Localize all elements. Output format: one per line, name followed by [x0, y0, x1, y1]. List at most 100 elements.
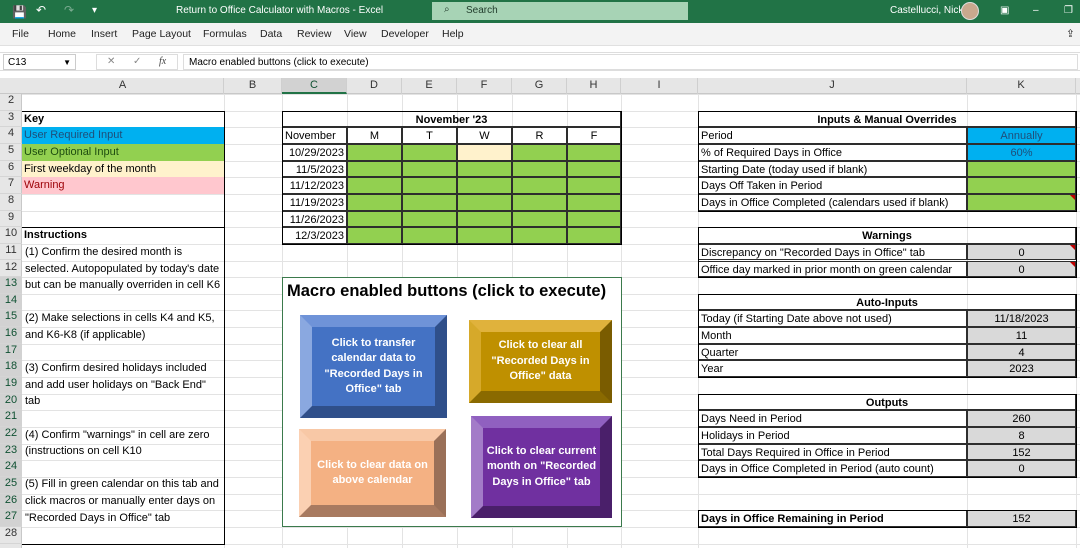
column-header-H[interactable]: H — [567, 78, 621, 94]
row-header-20[interactable]: 20 — [0, 393, 22, 411]
calendar-day-cell[interactable] — [347, 227, 402, 244]
cell-J23[interactable]: Total Days Required in Office in Period — [698, 443, 967, 461]
row-header-26[interactable]: 26 — [0, 493, 22, 511]
column-header-C[interactable]: C — [282, 78, 347, 94]
cell-J14[interactable]: Auto-Inputs — [698, 293, 1076, 311]
cell-J15[interactable]: Today (if Starting Date above not used) — [698, 310, 967, 328]
cell-K16[interactable]: 11 — [967, 327, 1076, 344]
transfer-calendar-button[interactable]: Click to transfer calendar data to "Reco… — [300, 315, 447, 418]
calendar-day-cell[interactable] — [512, 227, 567, 244]
cell-K12[interactable]: 0 — [967, 260, 1076, 278]
cell-J16[interactable]: Month — [698, 327, 967, 344]
calendar-day-cell[interactable] — [512, 210, 567, 228]
cell-J8[interactable]: Days in Office Completed (calendars used… — [698, 193, 967, 211]
ribbon-tab-home[interactable]: Home — [48, 28, 76, 40]
row-header-21[interactable]: 21 — [0, 410, 22, 427]
ribbon-tab-help[interactable]: Help — [442, 28, 464, 40]
row-header-24[interactable]: 24 — [0, 460, 22, 477]
cell-C7[interactable]: 11/12/2023 — [282, 177, 347, 194]
cell-C3[interactable]: November '23 — [282, 110, 621, 128]
search-box[interactable]: ⌕ Search — [432, 2, 688, 20]
row-header-12[interactable]: 12 — [0, 261, 22, 278]
cell-J18[interactable]: Year — [698, 360, 967, 378]
column-header-B[interactable]: B — [224, 78, 282, 94]
calendar-day-cell[interactable] — [347, 177, 402, 194]
cell-K22[interactable]: 8 — [967, 427, 1076, 444]
calendar-day-cell[interactable] — [567, 227, 621, 244]
row-header-17[interactable]: 17 — [0, 343, 22, 361]
cell-K4[interactable]: Annually — [967, 127, 1076, 144]
cell-J22[interactable]: Holidays in Period — [698, 427, 967, 444]
calendar-day-cell[interactable] — [512, 193, 567, 211]
insert-function-icon[interactable]: fx — [159, 56, 166, 67]
row-header-19[interactable]: 19 — [0, 377, 22, 394]
column-header-G[interactable]: G — [512, 78, 567, 94]
minimize-icon[interactable]: – — [1033, 5, 1039, 16]
cell-C9[interactable]: 11/26/2023 — [282, 210, 347, 228]
row-header-11[interactable]: 11 — [0, 244, 22, 261]
calendar-day-cell[interactable] — [402, 227, 457, 244]
cell-J5[interactable]: % of Required Days in Office — [698, 143, 967, 161]
ribbon-tab-data[interactable]: Data — [260, 28, 282, 40]
column-header-A[interactable]: A — [22, 78, 224, 94]
row-header-5[interactable]: 5 — [0, 144, 22, 161]
cell-J24[interactable]: Days in Office Completed in Period (auto… — [698, 460, 967, 477]
row-header-6[interactable]: 6 — [0, 161, 22, 178]
cell-J21[interactable]: Days Need in Period — [698, 410, 967, 427]
ribbon-tab-formulas[interactable]: Formulas — [203, 28, 247, 40]
cell-F4[interactable]: W — [457, 127, 512, 144]
cell-A10[interactable]: Instructions — [22, 227, 224, 244]
column-header-D[interactable]: D — [347, 78, 402, 94]
cell-J17[interactable]: Quarter — [698, 343, 967, 361]
calendar-day-cell[interactable] — [402, 177, 457, 194]
ribbon-tab-insert[interactable]: Insert — [91, 28, 117, 40]
cell-J4[interactable]: Period — [698, 127, 967, 144]
share-icon[interactable]: ⇪ — [1066, 28, 1075, 40]
cell-J6[interactable]: Starting Date (today used if blank) — [698, 160, 967, 178]
column-header-I[interactable]: I — [621, 78, 698, 94]
ribbon-display-icon[interactable]: ▣ — [1000, 5, 1009, 16]
cell-C5[interactable]: 10/29/2023 — [282, 143, 347, 161]
cell-K6[interactable] — [967, 160, 1076, 178]
cell-K18[interactable]: 2023 — [967, 360, 1076, 378]
name-box[interactable]: C13 ▼ — [3, 54, 76, 70]
row-header-4[interactable]: 4 — [0, 127, 22, 144]
row-header-3[interactable]: 3 — [0, 111, 22, 128]
calendar-day-cell[interactable] — [347, 193, 402, 211]
cell-J12[interactable]: Office day marked in prior month on gree… — [698, 260, 967, 278]
cell-K23[interactable]: 152 — [967, 443, 1076, 461]
chevron-down-icon[interactable]: ▼ — [63, 58, 71, 67]
clear-current-month-button[interactable]: Click to clear current month on "Recorde… — [471, 416, 612, 518]
cell-J27[interactable]: Days in Office Remaining in Period — [698, 510, 967, 527]
calendar-day-cell[interactable] — [347, 160, 402, 178]
column-header-K[interactable]: K — [967, 78, 1076, 94]
cell-D4[interactable]: M — [347, 127, 402, 144]
cell-K17[interactable]: 4 — [967, 343, 1076, 361]
calendar-day-cell[interactable] — [567, 210, 621, 228]
row-header-14[interactable]: 14 — [0, 293, 22, 311]
cell-K11[interactable]: 0 — [967, 243, 1076, 261]
calendar-day-cell[interactable] — [512, 160, 567, 178]
undo-icon[interactable]: ↶ — [36, 3, 46, 17]
ribbon-tab-view[interactable]: View — [344, 28, 367, 40]
calendar-day-cell[interactable] — [457, 227, 512, 244]
cell-J3[interactable]: Inputs & Manual Overrides — [698, 110, 1076, 128]
row-header-9[interactable]: 9 — [0, 211, 22, 228]
cell-J7[interactable]: Days Off Taken in Period — [698, 177, 967, 194]
restore-icon[interactable]: ❐ — [1064, 5, 1073, 16]
formula-input[interactable]: Macro enabled buttons (click to execute) — [183, 54, 1078, 70]
cell-K8[interactable] — [967, 193, 1076, 211]
cell-E4[interactable]: T — [402, 127, 457, 144]
cell-K21[interactable]: 260 — [967, 410, 1076, 427]
row-header-28[interactable]: 28 — [0, 527, 22, 544]
calendar-day-cell[interactable] — [457, 160, 512, 178]
calendar-day-cell[interactable] — [347, 210, 402, 228]
column-header-E[interactable]: E — [402, 78, 457, 94]
cell-A4[interactable]: User Required Input — [22, 127, 224, 144]
cell-H4[interactable]: F — [567, 127, 621, 144]
row-header-25[interactable]: 25 — [0, 476, 22, 494]
row-header-18[interactable]: 18 — [0, 360, 22, 378]
calendar-day-cell[interactable] — [457, 177, 512, 194]
calendar-day-cell[interactable] — [347, 143, 402, 161]
cell-A6[interactable]: First weekday of the month — [22, 160, 224, 178]
